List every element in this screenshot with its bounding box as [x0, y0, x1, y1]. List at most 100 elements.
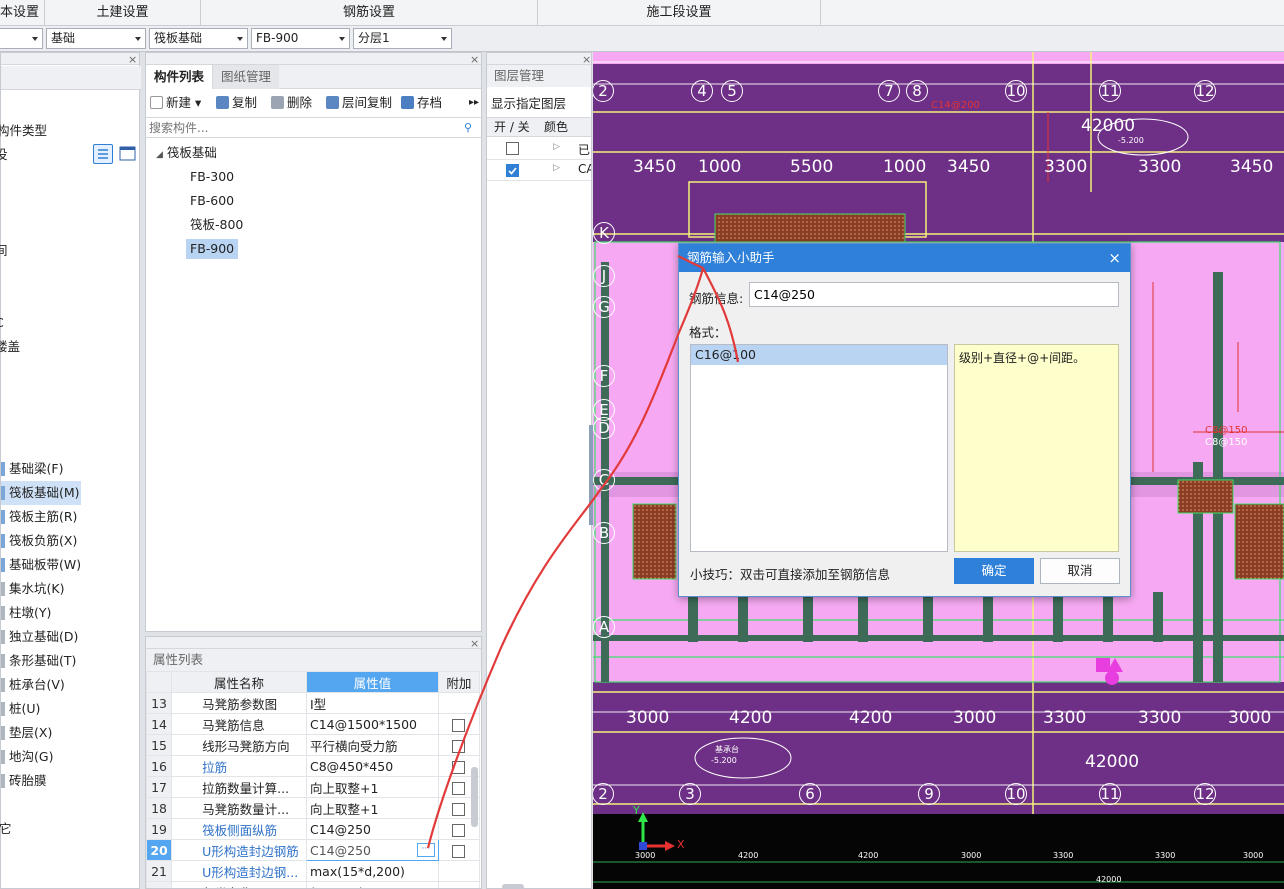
nav-item[interactable]: 筏板基础(M): [1, 481, 81, 505]
property-row[interactable]: 16 拉筋 C8@450*450: [146, 755, 481, 777]
nav-item[interactable]: 楼盖: [0, 335, 20, 359]
nav-item[interactable]: 砖胎膜: [1, 769, 47, 793]
component-item[interactable]: FB-300: [186, 167, 238, 187]
component-search-input[interactable]: [146, 117, 481, 138]
floor-select[interactable]: [0, 28, 43, 49]
property-value[interactable]: C14@250: [306, 818, 439, 840]
extra-cell: [437, 692, 481, 714]
splitter-handle[interactable]: [589, 425, 593, 525]
type-select[interactable]: 筏板基础: [149, 28, 248, 49]
close-icon[interactable]: ×: [128, 53, 137, 66]
extra-checkbox[interactable]: [452, 739, 466, 753]
layer-row[interactable]: ▷ 已: [487, 139, 591, 160]
property-row[interactable]: 22归类名称(FB-900): [146, 881, 481, 888]
layer-checkbox-checked[interactable]: [506, 164, 519, 177]
property-row[interactable]: 20 U形构造封边钢筋 C14@250 ···: [146, 839, 481, 861]
dimension-label: 3000: [1228, 708, 1272, 728]
property-row[interactable]: 15 线形马凳筋方向 平行横向受力筋: [146, 734, 481, 756]
property-value[interactable]: Ⅰ型: [306, 692, 439, 714]
property-value[interactable]: max(15*d,200): [306, 860, 439, 882]
nav-item[interactable]: 基础梁(F): [1, 457, 63, 481]
extra-checkbox[interactable]: [452, 760, 466, 774]
property-value[interactable]: 向上取整+1: [306, 776, 439, 798]
copy-button[interactable]: 复制: [216, 91, 257, 115]
ok-button[interactable]: 确定: [954, 558, 1034, 584]
show-specified-layer-button[interactable]: 显示指定图层: [491, 93, 566, 112]
layer-row[interactable]: ▷ CA: [487, 160, 591, 181]
ellipsis-button[interactable]: ···: [416, 843, 435, 857]
delete-button[interactable]: 删除: [271, 91, 312, 115]
search-icon[interactable]: ⚲: [464, 121, 472, 134]
rebar-info-input[interactable]: [749, 282, 1119, 307]
property-row[interactable]: 18 马凳筋数量计... 向上取整+1: [146, 797, 481, 819]
component-item[interactable]: FB-600: [186, 191, 238, 211]
nav-item[interactable]: 基础板带(W): [1, 553, 81, 577]
property-row[interactable]: 17 拉筋数量计算... 向上取整+1: [146, 776, 481, 798]
menu-rebar-settings[interactable]: 钢筋设置: [201, 0, 538, 26]
small-dimension: 3000: [961, 851, 982, 860]
component-select[interactable]: FB-900: [251, 28, 350, 49]
dialog-titlebar: 钢筋输入小助手 ×: [679, 244, 1130, 272]
extra-checkbox[interactable]: [452, 802, 466, 816]
tab-component-list[interactable]: 构件列表: [146, 65, 214, 89]
format-list-item[interactable]: C16@100: [691, 345, 947, 365]
extra-checkbox[interactable]: [452, 844, 466, 858]
component-item[interactable]: FB-900: [186, 239, 239, 259]
nav-item[interactable]: 集水坑(K): [1, 577, 64, 601]
scrollbar-thumb[interactable]: [471, 767, 478, 827]
nav-item[interactable]: 桩承台(V): [1, 673, 65, 697]
list-view-icon[interactable]: [93, 144, 113, 164]
layer-select[interactable]: 分层1: [353, 28, 452, 49]
expand-triangle-icon[interactable]: ◢: [156, 150, 163, 160]
axis-bubble: 8: [906, 80, 928, 102]
tree-group-raft[interactable]: ◢ 筏板基础: [156, 143, 217, 163]
nav-item[interactable]: 独立基础(D): [1, 625, 78, 649]
property-row[interactable]: 21 U形构造封边钢... max(15*d,200): [146, 860, 481, 882]
menu-civil-settings[interactable]: 土建设置: [45, 0, 201, 26]
nav-item[interactable]: 地沟(G): [1, 745, 53, 769]
grid-view-icon[interactable]: [118, 144, 138, 164]
floor-copy-button[interactable]: 层间复制: [326, 91, 392, 115]
property-value[interactable]: (FB-900): [306, 881, 439, 888]
nav-item[interactable]: 柱墩(Y): [1, 601, 51, 625]
expand-icon[interactable]: ▷: [553, 142, 560, 152]
extra-checkbox[interactable]: [452, 781, 466, 795]
cancel-button[interactable]: 取消: [1040, 558, 1120, 584]
more-icon[interactable]: ▸▸: [469, 91, 479, 115]
nav-item[interactable]: 间: [0, 239, 8, 263]
layer-checkbox[interactable]: [506, 142, 519, 155]
archive-button[interactable]: 存档: [401, 91, 442, 115]
property-value[interactable]: C8@450*450: [306, 755, 439, 777]
property-value[interactable]: 平行横向受力筋: [306, 734, 439, 756]
new-button[interactable]: 新建 ▾: [150, 91, 201, 115]
component-item[interactable]: 筏板-800: [186, 215, 247, 235]
scrollbar-thumb[interactable]: [502, 884, 524, 888]
menu-stage-settings[interactable]: 施工段设置: [538, 0, 821, 26]
property-value[interactable]: C14@250 ···: [306, 839, 439, 861]
nav-item[interactable]: 筏板主筋(R): [1, 505, 77, 529]
menu-basic-settings[interactable]: 本设置: [0, 0, 45, 26]
axis-bubble: 10: [1005, 80, 1027, 102]
property-row[interactable]: 19 筏板侧面纵筋 C14@250: [146, 818, 481, 840]
nav-item[interactable]: 桩(U): [1, 697, 40, 721]
nav-item[interactable]: 构件类型: [0, 119, 47, 143]
nav-item[interactable]: C: [0, 311, 4, 335]
property-row[interactable]: 13 马凳筋参数图 Ⅰ型: [146, 692, 481, 714]
property-value[interactable]: C14@1500*1500: [306, 713, 439, 735]
tab-drawing-management[interactable]: 图纸管理: [213, 65, 280, 89]
col-prop-extra: 附加: [437, 671, 481, 693]
property-row[interactable]: 14 马凳筋信息 C14@1500*1500: [146, 713, 481, 735]
nav-item[interactable]: 垫层(X): [1, 721, 52, 745]
nav-item-label: 独立基础(D): [9, 629, 79, 644]
nav-item[interactable]: 条形基础(T): [1, 649, 76, 673]
extra-checkbox[interactable]: [452, 823, 466, 837]
extra-checkbox[interactable]: [452, 718, 466, 732]
nav-item-other[interactable]: 它: [0, 818, 12, 837]
nav-item[interactable]: 筏板负筋(X): [1, 529, 77, 553]
nav-item[interactable]: 没: [0, 143, 8, 167]
close-icon[interactable]: ×: [1108, 244, 1121, 272]
selector-bar: 基础 筏板基础 FB-900 分层1: [0, 26, 1284, 52]
expand-icon[interactable]: ▷: [553, 163, 560, 173]
property-value[interactable]: 向上取整+1: [306, 797, 439, 819]
category-select[interactable]: 基础: [46, 28, 146, 49]
